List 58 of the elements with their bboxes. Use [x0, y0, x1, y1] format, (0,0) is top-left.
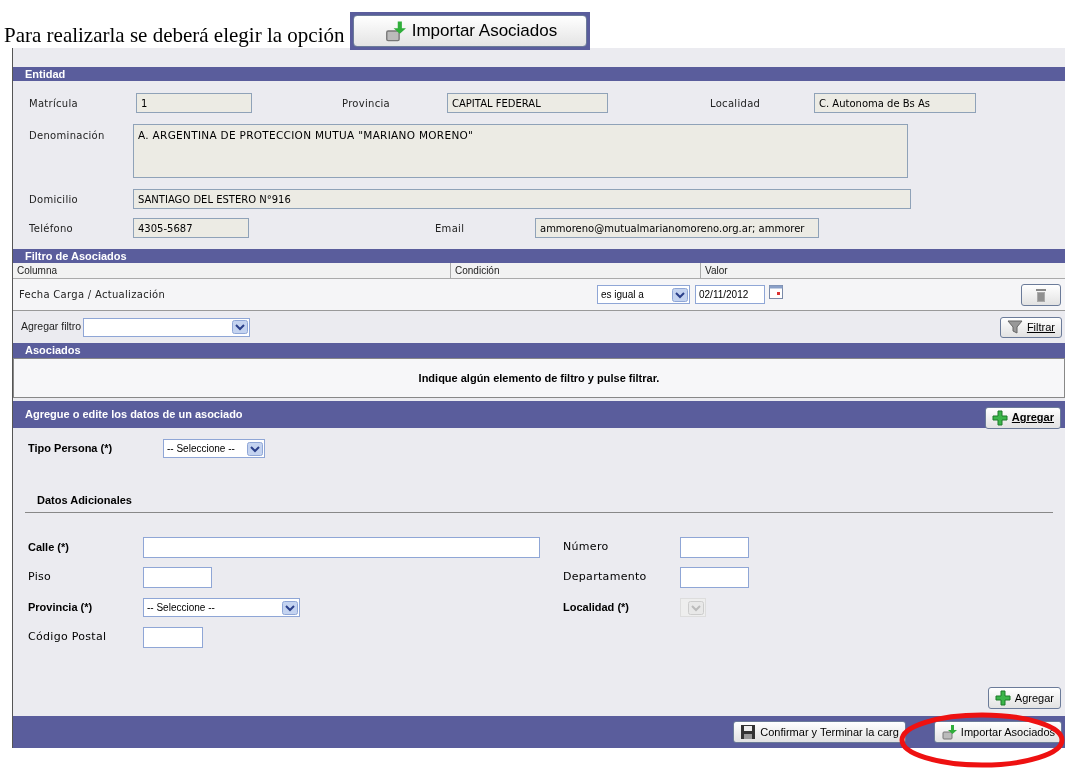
field-label: Calle (*) [28, 540, 70, 556]
dropdown[interactable] [83, 317, 251, 337]
caret-icon [232, 320, 249, 334]
filter-button[interactable]: Filtrar [999, 316, 1062, 338]
calendar-icon [769, 285, 783, 299]
import-button[interactable]: Importar Asociados [933, 721, 1062, 743]
caret-icon [247, 441, 263, 456]
section-title: Agregue o edite los datos de un asociado [25, 407, 243, 423]
field-label: Teléfono [29, 221, 74, 236]
field-label: Código Postal [28, 629, 108, 646]
section-title: Datos Adicionales [37, 494, 132, 506]
date-field[interactable]: 02/11/2012 [695, 285, 765, 304]
field-label: Matrícula [29, 96, 79, 111]
field-label: Número [563, 539, 610, 556]
trash-icon [1033, 286, 1049, 303]
import-icon [383, 20, 406, 42]
field-label: Localidad (*) [563, 600, 630, 616]
field-label: Piso [28, 569, 53, 586]
field-label: Localidad [710, 96, 762, 111]
caret-icon [672, 287, 688, 302]
plus-icon [991, 409, 1008, 426]
text-area: A. ARGENTINA DE PROTECCION MUTUA "MARIANO MORENO" [133, 124, 908, 178]
field-label: Agregar filtro [20, 319, 83, 335]
input-field[interactable] [143, 627, 203, 648]
section-title: Filtro de Asociados [25, 248, 127, 264]
caret-icon [688, 600, 704, 615]
confirm-button[interactable]: Confirmar y Terminar la carg [733, 721, 906, 743]
field-label: Provincia (*) [28, 600, 94, 616]
caret-icon [282, 600, 298, 615]
funnel-icon [1006, 319, 1023, 335]
import-button[interactable]: Importar Asociados [353, 15, 588, 47]
column-header: Valor [704, 264, 729, 278]
dropdown[interactable]: es igual a [597, 285, 690, 304]
field-label: Domicilio [29, 192, 79, 207]
column-header: Condición [451, 263, 701, 278]
table-cell-text: Fecha Carga / Actualización [18, 288, 167, 302]
input-field[interactable] [143, 567, 212, 588]
section-title: Entidad [25, 66, 66, 82]
add-button[interactable]: Agregar [984, 406, 1061, 429]
column-header: Columna [13, 263, 451, 278]
delete-button[interactable] [1021, 283, 1061, 306]
field-label: Departamento [563, 569, 648, 586]
input-field[interactable] [143, 537, 540, 558]
field-label: Email [435, 221, 466, 236]
field-label: Denominación [29, 129, 106, 143]
dropdown[interactable]: -- Seleccione -- [163, 439, 265, 458]
empty-message: Indique algún elemento de filtro y pulse filtrar. [418, 370, 660, 386]
dropdown[interactable]: -- Seleccione -- [143, 598, 300, 617]
intro-text: Para realizarla se deberá elegir la opción [4, 25, 345, 46]
input-field[interactable] [680, 567, 749, 588]
field-label: Tipo Persona (*) [28, 441, 114, 457]
plus-icon [994, 690, 1011, 706]
section-title: Asociados [25, 343, 81, 359]
import-icon [940, 724, 957, 740]
add-button[interactable]: Agregar [987, 687, 1061, 709]
input-field[interactable] [680, 537, 749, 558]
field-label: Provincia [342, 96, 391, 111]
floppy-icon [740, 724, 757, 740]
